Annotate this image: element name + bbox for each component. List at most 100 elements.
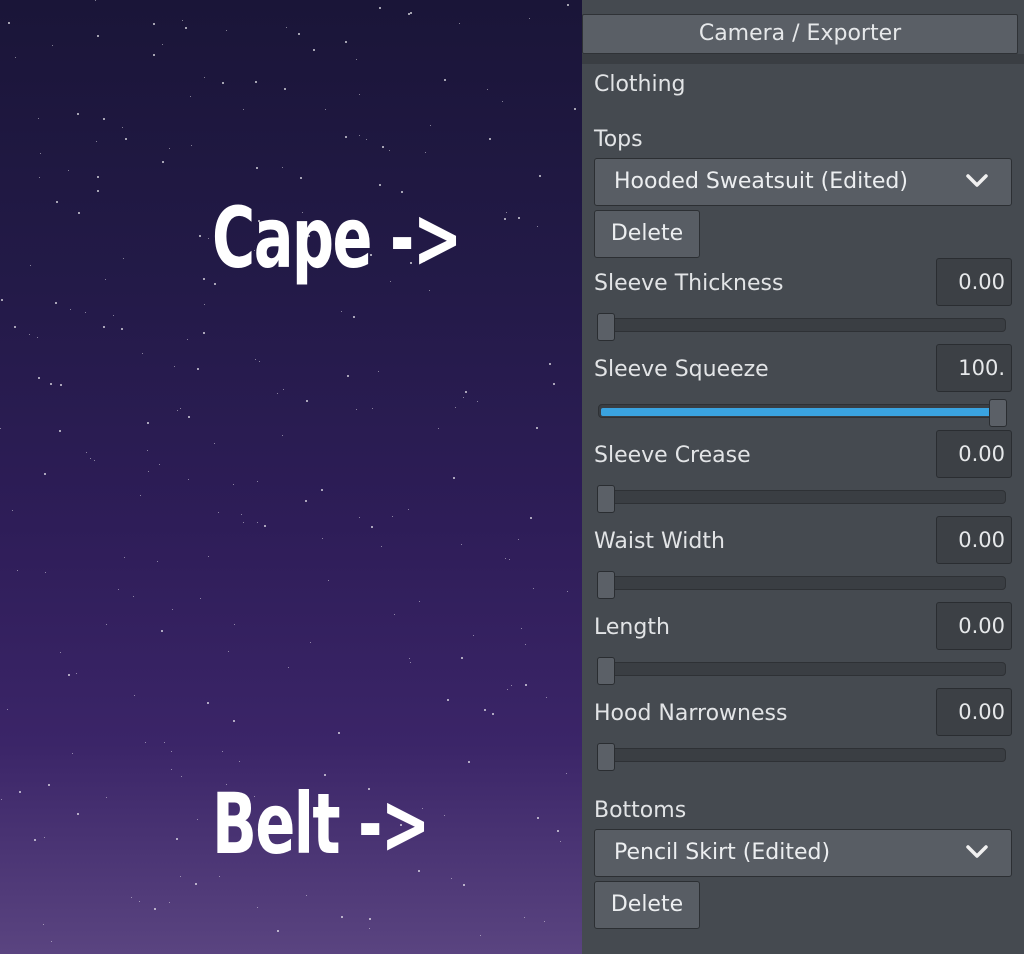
star [419,601,420,602]
star [379,184,381,186]
star [219,876,220,877]
sleeve-squeeze-value-field[interactable]: 100. [936,344,1012,392]
star [492,713,494,715]
hood-narrowness-slider[interactable] [597,743,1006,771]
star [410,12,412,14]
star [321,489,323,491]
star [259,361,260,362]
star [207,702,209,704]
star [72,753,73,754]
star [413,828,415,830]
star [97,190,99,192]
star [459,23,460,24]
star [324,774,326,776]
star [322,538,323,539]
length-slider[interactable] [597,657,1006,685]
star [429,290,430,291]
star [502,101,503,102]
star [257,907,258,908]
sleeve-thickness-label: Sleeve Thickness [594,271,784,296]
star [44,837,45,838]
star [560,841,561,842]
star [197,368,199,370]
star [164,742,165,743]
hood-narrowness-slider-handle[interactable] [597,743,615,771]
star [197,819,198,820]
star [341,916,343,918]
star [90,458,91,459]
star [30,265,31,266]
star [176,838,178,840]
tops-delete-button[interactable]: Delete [594,210,700,258]
sleeve-thickness-slider-handle[interactable] [597,313,615,341]
star [180,408,181,409]
star [418,870,420,872]
sleeve-crease-slider-handle[interactable] [597,485,615,513]
star [536,427,538,429]
star [241,514,242,515]
star [394,614,395,615]
sleeve-squeeze-slider[interactable] [598,399,1007,427]
star [283,389,284,390]
star [60,652,61,653]
star [410,662,411,663]
star [356,409,357,410]
belt-annotation: Belt -> [212,775,430,873]
star [60,384,62,386]
star [258,220,260,222]
star [203,332,205,334]
star [424,261,425,262]
star [409,658,410,659]
star [359,135,360,136]
waist-width-slider-handle[interactable] [597,571,615,599]
star [347,375,349,377]
length-value-field[interactable]: 0.00 [936,602,1012,650]
star [369,918,371,920]
star [85,312,86,313]
star [131,897,132,898]
star [208,238,209,239]
waist-width-value-field[interactable]: 0.00 [936,516,1012,564]
waist-width-slider[interactable] [597,571,1006,599]
star [537,226,538,227]
star [226,784,227,785]
star [78,212,80,214]
star [185,27,187,29]
star [282,435,283,436]
bottoms-delete-button[interactable]: Delete [594,881,700,929]
star [97,35,99,37]
star [282,167,283,168]
star [264,525,266,527]
star [145,742,146,743]
star [567,4,569,6]
length-slider-handle[interactable] [597,657,615,685]
tops-dropdown[interactable]: Hooded Sweatsuit (Edited) [594,158,1012,206]
sleeve-crease-value-field[interactable]: 0.00 [936,430,1012,478]
star [463,884,465,886]
star [444,815,445,816]
star [390,281,391,282]
star [273,224,275,226]
star [444,79,446,81]
waist-width-label: Waist Width [594,529,725,554]
star [504,218,506,220]
star [43,924,44,925]
star [255,81,257,83]
star [181,776,182,777]
star [56,201,58,203]
sleeve-crease-slider[interactable] [597,485,1006,513]
camera-exporter-tab[interactable]: Camera / Exporter [582,14,1018,54]
sleeve-thickness-value-field[interactable]: 0.00 [936,258,1012,306]
star [199,235,201,237]
star [162,44,163,45]
star [204,304,205,305]
bottoms-dropdown[interactable]: Pencil Skirt (Edited) [594,829,1012,877]
star [172,609,173,610]
star [68,674,70,676]
sleeve-thickness-slider[interactable] [597,313,1006,341]
star [204,77,205,78]
star [17,570,18,571]
hood-narrowness-value-field[interactable]: 0.00 [936,688,1012,736]
sleeve-squeeze-slider-fill [601,408,997,416]
sleeve-squeeze-slider-handle[interactable] [989,399,1007,427]
